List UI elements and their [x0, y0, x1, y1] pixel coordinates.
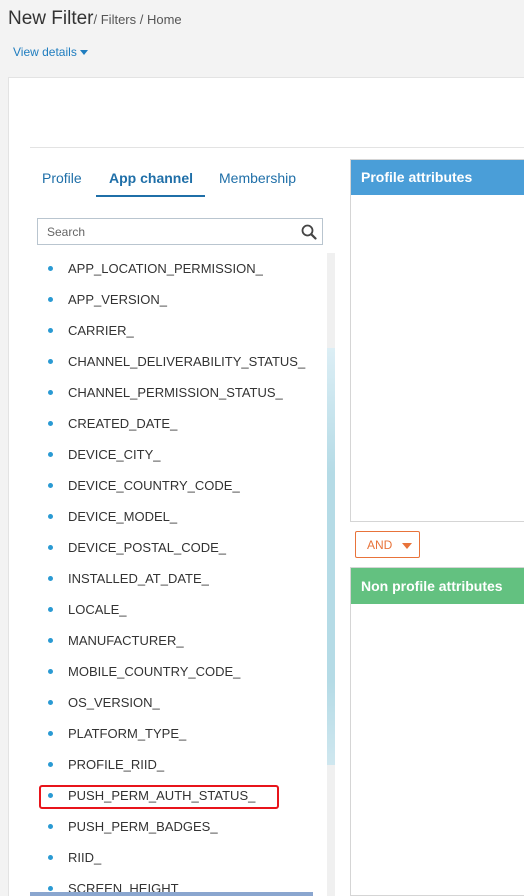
attribute-item[interactable]: PROFILE_RIID_ [38, 749, 323, 780]
attribute-list: APP_LOCATION_PERMISSION_ APP_VERSION_ CARR… [38, 253, 323, 896]
title-row: New Filter/ Filters / Home [8, 8, 182, 30]
attribute-item[interactable]: CARRIER_ [38, 315, 323, 346]
attribute-label[interactable]: RIID_ [68, 850, 101, 865]
attribute-label[interactable]: APP_LOCATION_PERMISSION_ [68, 261, 263, 276]
attribute-label[interactable]: OS_VERSION_ [68, 695, 160, 710]
attribute-item[interactable]: DEVICE_CITY_ [38, 439, 323, 470]
bullet-icon [48, 855, 53, 860]
non-profile-attributes-dropzone[interactable]: Non profile attributes [350, 567, 524, 896]
bullet-icon [48, 514, 53, 519]
scrollbar-thumb[interactable] [327, 348, 335, 765]
bullet-icon [48, 762, 53, 767]
view-details-label[interactable]: View details [13, 45, 77, 59]
and-dropdown-button[interactable]: AND [355, 531, 420, 558]
caret-down-icon[interactable] [402, 543, 412, 549]
attribute-item[interactable]: PLATFORM_TYPE_ [38, 718, 323, 749]
bullet-icon [48, 545, 53, 550]
profile-attributes-dropzone[interactable]: Profile attributes [350, 159, 524, 522]
bullet-icon [48, 359, 53, 364]
page-header: New Filter/ Filters / Home View details [0, 0, 524, 78]
attribute-item[interactable]: DEVICE_MODEL_ [38, 501, 323, 532]
attribute-item[interactable]: DEVICE_POSTAL_CODE_ [38, 532, 323, 563]
page-title: New Filter [8, 8, 94, 29]
attribute-label[interactable]: CREATED_DATE_ [68, 416, 177, 431]
view-details-link[interactable]: View details [13, 45, 88, 59]
bullet-icon [48, 576, 53, 581]
search-icon[interactable] [301, 224, 317, 240]
attribute-item[interactable]: APP_VERSION_ [38, 284, 323, 315]
bullet-icon [48, 824, 53, 829]
attribute-label[interactable]: APP_VERSION_ [68, 292, 167, 307]
attribute-label[interactable]: DEVICE_CITY_ [68, 447, 160, 462]
attribute-item[interactable]: CHANNEL_PERMISSION_STATUS_ [38, 377, 323, 408]
attribute-label[interactable]: DEVICE_MODEL_ [68, 509, 177, 524]
attribute-label[interactable]: CHANNEL_PERMISSION_STATUS_ [68, 385, 283, 400]
non-profile-attributes-header: Non profile attributes [351, 568, 524, 604]
attribute-item[interactable]: APP_LOCATION_PERMISSION_ [38, 253, 323, 284]
bullet-icon [48, 700, 53, 705]
attribute-item[interactable]: CREATED_DATE_ [38, 408, 323, 439]
attribute-item[interactable]: MANUFACTURER_ [38, 625, 323, 656]
attribute-item[interactable]: OS_VERSION_ [38, 687, 323, 718]
caret-down-icon[interactable] [79, 50, 88, 56]
bullet-icon [48, 483, 53, 488]
bullet-icon [48, 886, 53, 891]
attribute-label[interactable]: MANUFACTURER_ [68, 633, 184, 648]
attribute-item[interactable]: INSTALLED_AT_DATE_ [38, 563, 323, 594]
attribute-label[interactable]: PLATFORM_TYPE_ [68, 726, 186, 741]
divider [30, 147, 524, 148]
bullet-icon [48, 638, 53, 643]
attribute-item[interactable]: DEVICE_COUNTRY_CODE_ [38, 470, 323, 501]
bullet-icon [48, 328, 53, 333]
attribute-item[interactable]: CHANNEL_DELIVERABILITY_STATUS_ [38, 346, 323, 377]
bullet-icon [48, 297, 53, 302]
attribute-label[interactable]: DEVICE_POSTAL_CODE_ [68, 540, 226, 555]
search-input[interactable] [38, 219, 296, 244]
bullet-icon [48, 390, 53, 395]
search-box[interactable] [37, 218, 323, 245]
attribute-item[interactable]: PUSH_PERM_BADGES_ [38, 811, 323, 842]
attribute-label[interactable]: MOBILE_COUNTRY_CODE_ [68, 664, 240, 679]
tab-membership[interactable]: Membership [219, 170, 296, 186]
attribute-label[interactable]: CARRIER_ [68, 323, 134, 338]
bullet-icon [48, 266, 53, 271]
attribute-item[interactable]: PUSH_PERM_AUTH_STATUS_ [38, 780, 323, 811]
list-bottom-bar [30, 892, 313, 896]
tab-app-channel[interactable]: App channel [109, 170, 193, 186]
attribute-label[interactable]: LOCALE_ [68, 602, 127, 617]
bullet-icon [48, 452, 53, 457]
attribute-label[interactable]: PROFILE_RIID_ [68, 757, 164, 772]
bullet-icon [48, 421, 53, 426]
attribute-label[interactable]: CHANNEL_DELIVERABILITY_STATUS_ [68, 354, 305, 369]
attribute-item[interactable]: RIID_ [38, 842, 323, 873]
attribute-label[interactable]: PUSH_PERM_BADGES_ [68, 819, 218, 834]
active-tab-indicator [96, 195, 205, 197]
attribute-label[interactable]: INSTALLED_AT_DATE_ [68, 571, 209, 586]
attribute-item[interactable]: MOBILE_COUNTRY_CODE_ [38, 656, 323, 687]
and-label[interactable]: AND [367, 538, 392, 552]
profile-attributes-header: Profile attributes [351, 160, 524, 195]
attribute-item[interactable]: LOCALE_ [38, 594, 323, 625]
bullet-icon [48, 607, 53, 612]
bullet-icon [48, 669, 53, 674]
bullet-icon [48, 731, 53, 736]
attribute-label[interactable]: DEVICE_COUNTRY_CODE_ [68, 478, 240, 493]
tab-profile[interactable]: Profile [42, 170, 82, 186]
bullet-icon [48, 793, 53, 798]
breadcrumb[interactable]: / Filters / Home [94, 12, 182, 27]
attribute-label[interactable]: PUSH_PERM_AUTH_STATUS_ [68, 788, 255, 803]
